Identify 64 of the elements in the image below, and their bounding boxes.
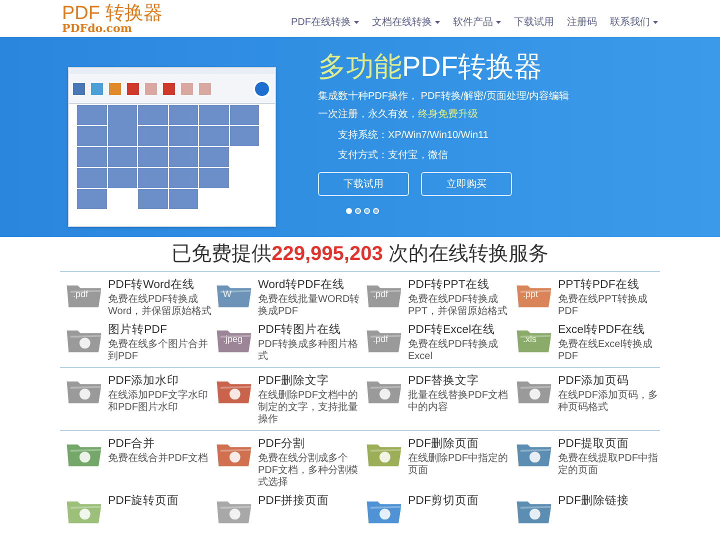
- tool-title[interactable]: PDF转图片在线: [258, 323, 360, 338]
- tool-title[interactable]: PDF合并: [108, 437, 210, 452]
- tool-title[interactable]: Word转PDF在线: [258, 278, 360, 293]
- tool-title[interactable]: PDF转Excel在线: [408, 323, 510, 338]
- headline-text: 已免费提供: [172, 243, 272, 265]
- tool-title[interactable]: PDF旋转页面: [108, 494, 179, 509]
- hero-feature-text: 集成数十种PDF操作， PDF转换/解密/页面处理/内容编辑: [318, 91, 570, 103]
- tool-description: 在线添加PDF文字水印和PDF图片水印: [108, 390, 209, 414]
- tool-description: 免费在线合并PDF文档: [108, 453, 209, 465]
- caret-icon: [354, 21, 359, 24]
- caret-icon: [496, 21, 501, 24]
- tool-title[interactable]: PDF删除页面: [408, 437, 510, 452]
- tool-description: 免费在线PPT转换成PDF: [558, 294, 648, 318]
- tool-description: 免费在线多个图片合并到PDF: [108, 339, 209, 363]
- tool-title[interactable]: PDF转Word在线: [108, 278, 210, 293]
- tool-title[interactable]: PDF提取页面: [558, 437, 660, 452]
- tool-description: 免费在线批量WORD转换成PDF: [258, 294, 361, 318]
- hero-upgrade-text: 终身免费升级: [418, 109, 478, 120]
- folder-label: .ppt: [523, 290, 538, 299]
- nav-link[interactable]: 文档在线转换: [372, 15, 440, 30]
- tool-title[interactable]: PDF添加水印: [108, 374, 210, 389]
- tool-description: 在线删除PDF文档中的制定的文字，支持批量操作: [258, 390, 359, 426]
- tool-title[interactable]: PDF转PPT在线: [408, 278, 510, 293]
- tool-title[interactable]: Excel转PDF在线: [558, 323, 660, 338]
- nav-link[interactable]: 下载试用: [514, 15, 554, 30]
- tool-title[interactable]: PDF分割: [258, 437, 360, 452]
- system-support-text: 支持系统：XP/Win7/Win10/Win11: [338, 130, 488, 142]
- folder-label: .pdf: [373, 335, 388, 344]
- folder-label: W: [223, 290, 232, 299]
- tool-description: 在线删除PDF中指定的页面: [408, 453, 509, 477]
- tool-title[interactable]: PDF删除链接: [558, 494, 629, 509]
- tool-description: 免费在线PDF转换成Excel: [408, 339, 499, 363]
- payment-text: 支付方式：支付宝，微信: [338, 150, 448, 162]
- folder-label: .pdf: [373, 290, 388, 299]
- nav-link[interactable]: 软件产品: [453, 15, 501, 30]
- tool-title[interactable]: PDF拼接页面: [258, 494, 329, 509]
- folder-label: .jpeg: [223, 335, 243, 344]
- tool-title[interactable]: 图片转PDF: [108, 323, 210, 338]
- nav-link[interactable]: 注册码: [567, 15, 597, 30]
- conversion-count: 229,995,203: [272, 243, 383, 265]
- tool-description: 免费在线PDF转换成Word，并保留原始格式: [108, 294, 213, 318]
- tool-title[interactable]: PDF替换文字: [408, 374, 510, 389]
- folder-label: .pdf: [73, 290, 88, 299]
- logo-subtitle: PDFdo.com: [62, 22, 132, 34]
- nav-link[interactable]: PDF在线转换: [291, 15, 359, 30]
- headline-text: 次的在线转换服务: [387, 243, 548, 265]
- tool-title[interactable]: PDF删除文字: [258, 374, 360, 389]
- tool-description: 批量在线替换PDF文档中的内容: [408, 390, 509, 414]
- tool-description: 免费在线提取PDF中指定的页面: [558, 453, 659, 477]
- tool-title[interactable]: PPT转PDF在线: [558, 278, 660, 293]
- caret-icon: [653, 21, 658, 24]
- tool-title[interactable]: PDF剪切页面: [408, 494, 479, 509]
- folder-label: .xls: [523, 335, 536, 344]
- hero-promise-text: 一次注册，永久有效，: [318, 109, 418, 120]
- hero-title: PDF转换器: [402, 51, 542, 82]
- tool-description: 免费在线分割成多个PDF文档，多种分割模式选择: [258, 453, 359, 489]
- tool-title[interactable]: PDF添加页码: [558, 374, 660, 389]
- tool-description: 免费在线PDF转换成PPT，并保留原始格式: [408, 294, 508, 318]
- tool-description: 在线PDF添加页码，多种页码格式: [558, 390, 659, 414]
- caret-icon: [435, 21, 440, 24]
- nav-link[interactable]: 联系我们: [610, 15, 658, 30]
- tool-description: PDF转换成多种图片格式: [258, 339, 359, 363]
- tool-description: 免费在线Excel转换成PDF: [558, 339, 654, 363]
- hero-title-highlight: 多功能: [318, 51, 402, 82]
